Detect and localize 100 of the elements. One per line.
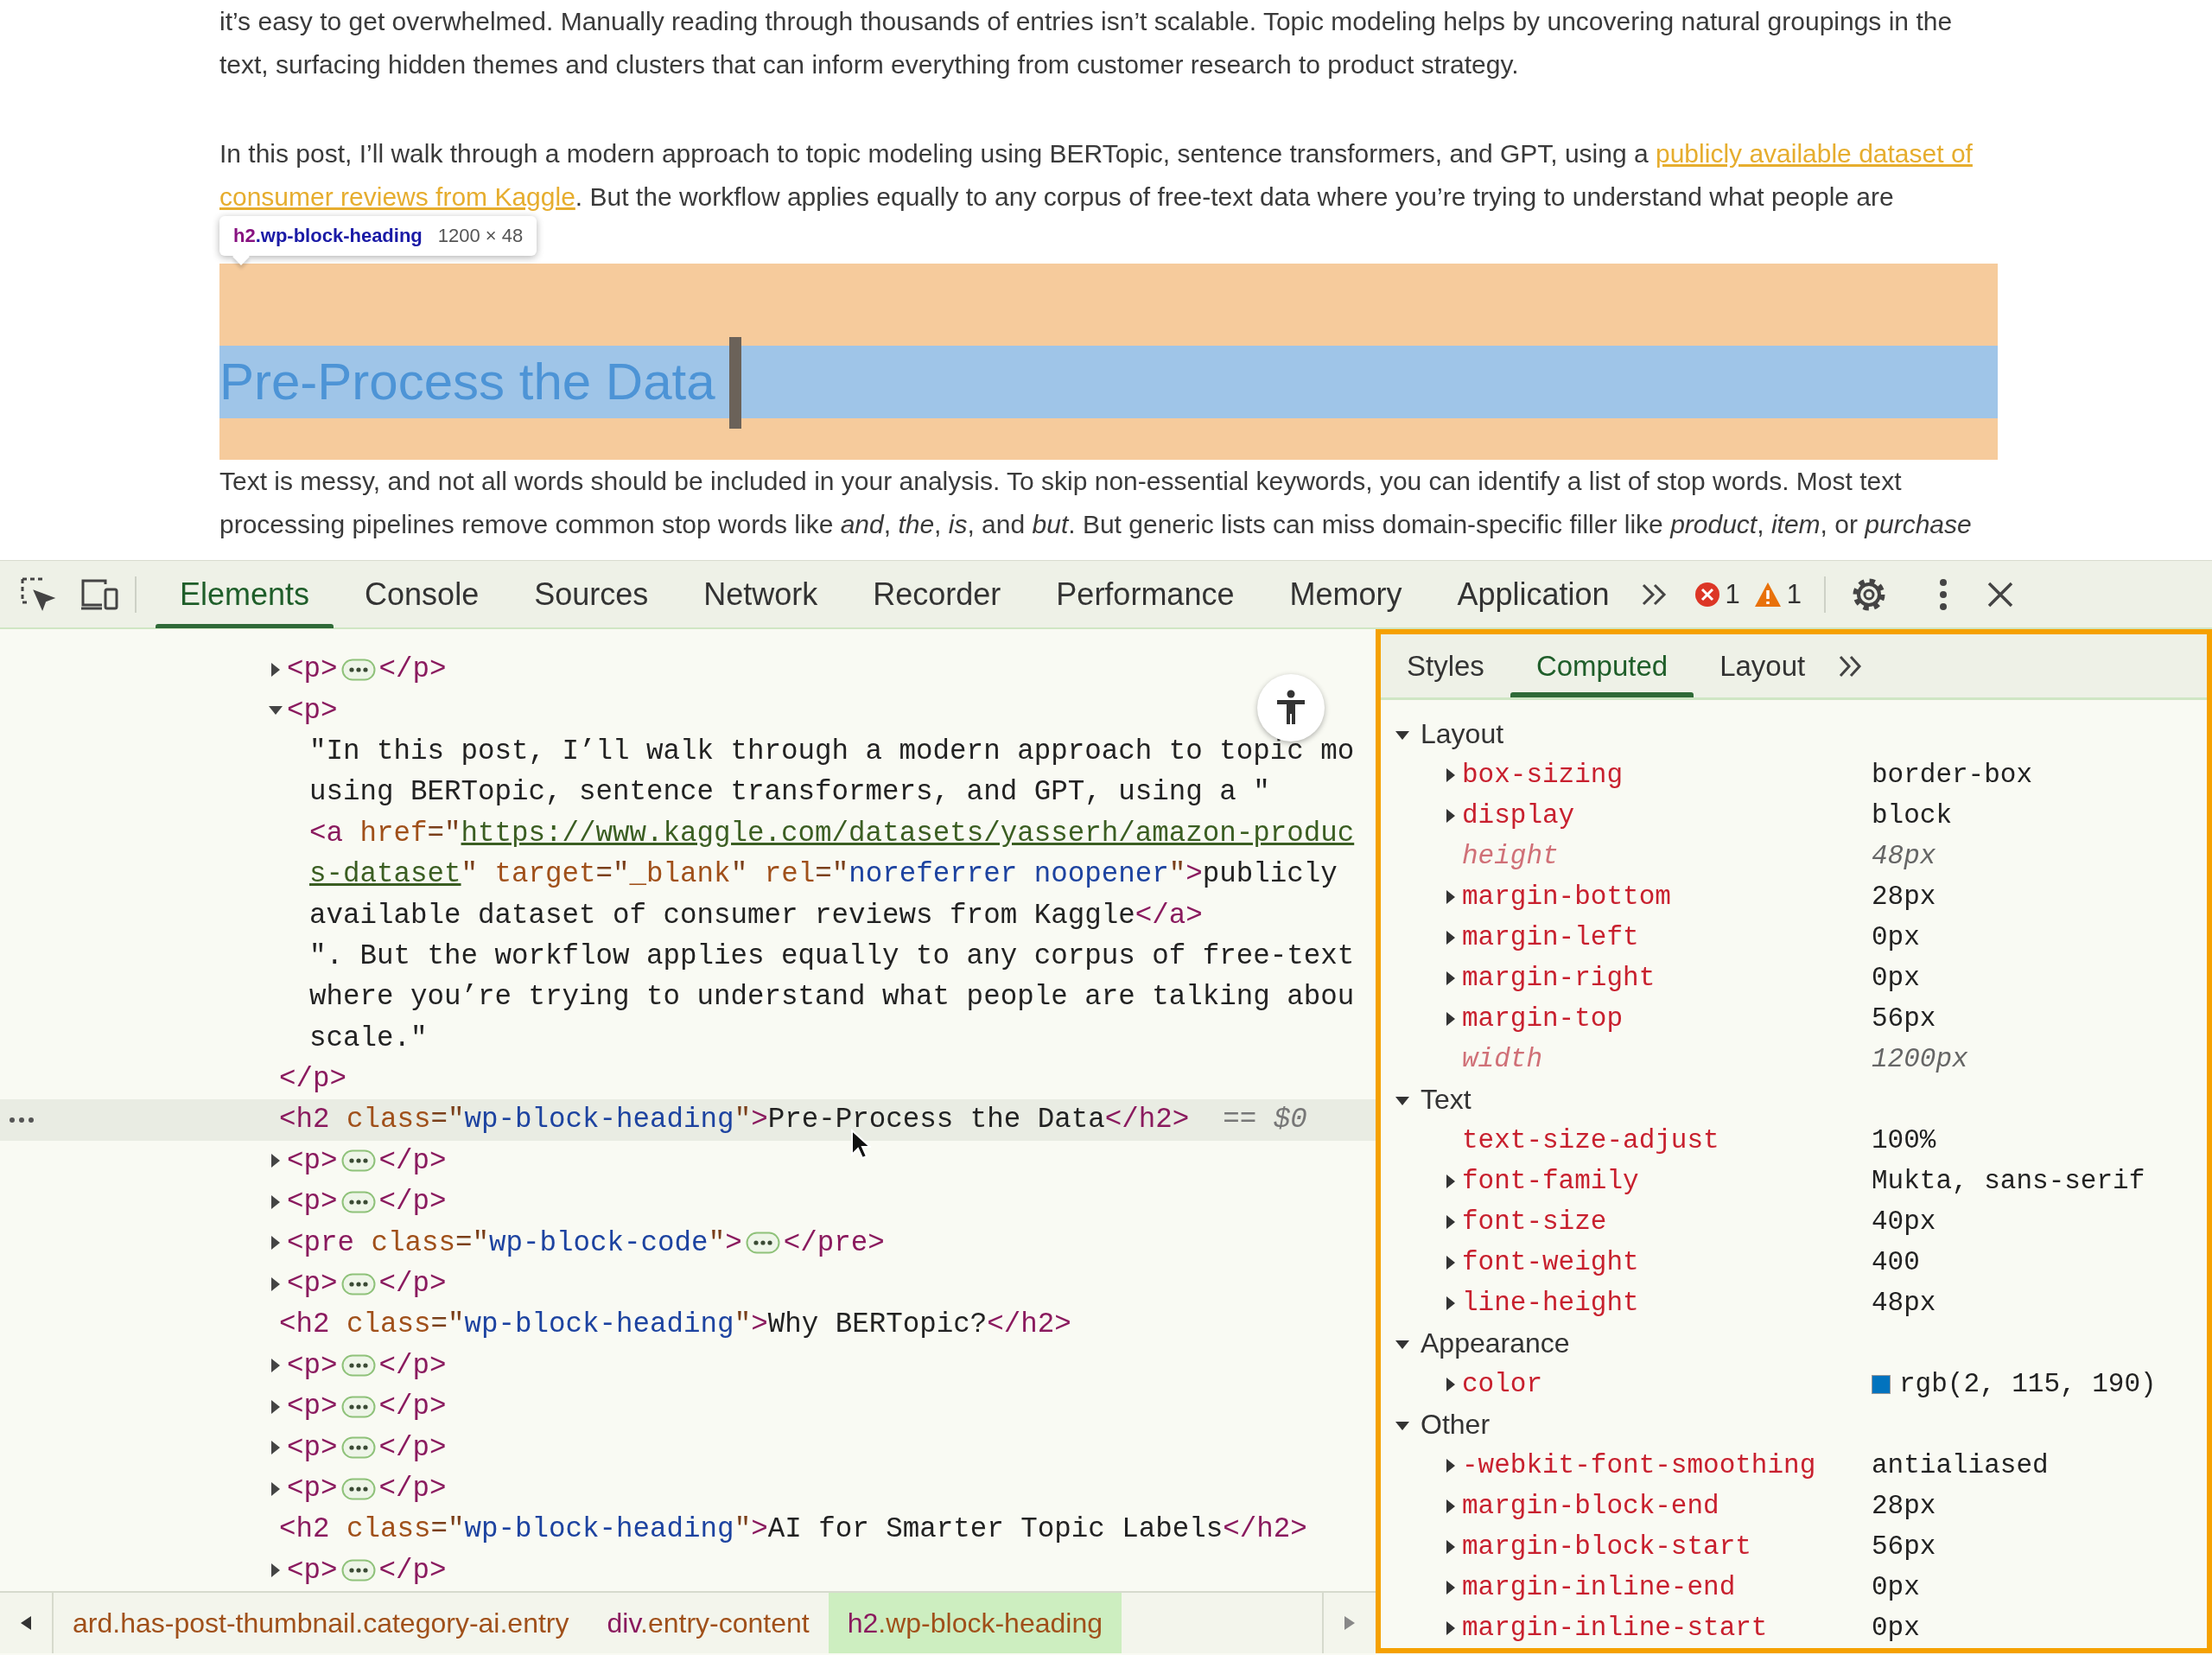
property-value: 1200px xyxy=(1872,1044,1968,1074)
panel-tab[interactable]: Console xyxy=(337,560,507,628)
dom-tree-row[interactable]: <p> </p> xyxy=(0,1550,1376,1591)
dom-tree-row[interactable]: <p> </p> xyxy=(0,1386,1376,1428)
code-line: scale." xyxy=(309,1022,428,1054)
ellipsis-button[interactable] xyxy=(340,1477,376,1500)
dom-tree-row[interactable]: <p> </p> xyxy=(0,1427,1376,1468)
property-value: 400 xyxy=(1872,1247,1920,1277)
panel-tab[interactable]: Application xyxy=(1429,560,1637,628)
code-line: <p> xyxy=(287,653,338,686)
property-name: height xyxy=(1462,841,1560,871)
code-line: <p> xyxy=(287,1268,338,1301)
ellipsis-button[interactable] xyxy=(340,1272,376,1295)
code-line: </p> xyxy=(378,1554,447,1587)
property-value: 0px xyxy=(1872,963,1920,993)
sidebar-tab[interactable]: Layout xyxy=(1694,634,1832,697)
dom-tree-row[interactable]: <h2 class="wp-block-heading">Why BERTopic?</h2> xyxy=(0,1304,1376,1346)
ellipsis-button[interactable] xyxy=(340,1395,376,1418)
property-name: margin-block-end xyxy=(1462,1491,1720,1521)
code-line: available dataset of consumer reviews from Kaggle</a> xyxy=(309,899,1203,932)
ellipsis-button[interactable] xyxy=(340,1436,376,1460)
more-options-icon[interactable] xyxy=(1938,576,1949,612)
dom-tree-row[interactable]: <p> </p> xyxy=(0,1181,1376,1223)
code-line: </p> xyxy=(378,1268,447,1301)
property-name: box-sizing xyxy=(1462,760,1624,790)
ellipsis-button[interactable] xyxy=(340,658,376,681)
property-value: 28px xyxy=(1872,1491,1936,1521)
code-line: where you’re trying to understand what people are talking abou xyxy=(309,981,1355,1014)
property-value: Mukta, sans-serif xyxy=(1872,1166,2145,1196)
property-name: display xyxy=(1462,800,1576,831)
property-name: margin-bottom xyxy=(1462,882,1672,912)
code-line: </p> xyxy=(378,1473,447,1505)
body-text: Text is messy, and not all words should be included in your analysis. To skip non-essential keywords, you can identify a list of stop words. Most text xyxy=(219,466,1903,497)
sidebar-tab[interactable]: Styles xyxy=(1381,634,1510,697)
ellipsis-button[interactable] xyxy=(340,1149,376,1173)
panel-tab[interactable]: Network xyxy=(676,560,846,628)
right-arrow-icon xyxy=(1344,1615,1356,1631)
property-value: 48px xyxy=(1872,1288,1936,1318)
dom-tree-row[interactable]: <p> </p> xyxy=(0,1140,1376,1182)
panel-tab[interactable]: Memory xyxy=(1262,560,1430,628)
property-name: font-weight xyxy=(1462,1247,1640,1277)
property-name: margin-inline-start xyxy=(1462,1613,1769,1643)
dom-tree-row[interactable]: <p> </p> xyxy=(0,649,1376,691)
warning-icon xyxy=(1753,581,1782,608)
breadcrumb-item[interactable]: ard.has-post-thumbnail.category-ai.entry xyxy=(54,1593,588,1653)
property-value: antialiased xyxy=(1872,1450,2049,1480)
dom-tree-row[interactable]: <h2 class="wp-block-heading">Pre-Process the Data</h2> == $0 xyxy=(0,1099,1376,1141)
selector-label: h2.wp-block-heading xyxy=(233,225,423,247)
panel-tab[interactable]: Recorder xyxy=(845,560,1029,628)
code-link[interactable]: s-dataset xyxy=(309,858,461,891)
row-options-icon[interactable] xyxy=(9,1117,35,1123)
ellipsis-button[interactable] xyxy=(340,1354,376,1378)
left-arrow-icon xyxy=(20,1615,32,1631)
code-line: </p> xyxy=(378,653,447,686)
code-line: ". But the workflow applies equally to any corpus of free-text xyxy=(309,939,1355,972)
code-line: <p> xyxy=(287,1144,338,1177)
code-line: <p> xyxy=(287,1431,338,1464)
property-value: 28px xyxy=(1872,882,1936,912)
section-heading: Pre-Process the Data xyxy=(219,352,715,412)
code-line: <p> xyxy=(287,1186,338,1219)
dom-tree-row[interactable]: <p> </p> xyxy=(0,1467,1376,1510)
code-line: </pre> xyxy=(783,1226,885,1259)
dom-tree-row[interactable]: <p> </p> xyxy=(0,1263,1376,1305)
panel-tab[interactable]: Sources xyxy=(506,560,677,628)
code-link[interactable]: https://www.kaggle.com/datasets/yasserh/amazon-produc xyxy=(461,817,1355,850)
property-value: 0px xyxy=(1872,1613,1920,1643)
section-title: Layout xyxy=(1421,718,1504,750)
panel-tab[interactable]: Performance xyxy=(1028,560,1262,628)
dom-tree-row[interactable]: <p> xyxy=(0,690,1376,731)
code-line: <p> xyxy=(287,1554,338,1587)
property-value: border-box xyxy=(1872,760,2033,790)
property-name: margin-right xyxy=(1462,963,1656,993)
warning-count[interactable]: 1 xyxy=(1746,578,1809,610)
sidebar-tab[interactable]: Computed xyxy=(1510,634,1694,697)
dom-tree-row[interactable]: <p> </p> xyxy=(0,1345,1376,1387)
code-line: <p> xyxy=(287,1391,338,1423)
section-title: Other xyxy=(1421,1409,1491,1441)
code-line: <p> xyxy=(287,1473,338,1505)
close-icon[interactable] xyxy=(1986,580,2015,608)
property-value: 0px xyxy=(1872,922,1920,952)
property-name: font-size xyxy=(1462,1206,1608,1237)
panel-tab[interactable]: Elements xyxy=(152,560,338,628)
code-line: <h2 class="wp-block-heading">Why BERTopic?</h2> xyxy=(279,1308,1071,1341)
code-line: </p> xyxy=(378,1144,447,1177)
breadcrumb-item[interactable]: h2.wp-block-heading xyxy=(828,1593,1122,1653)
code-line: using BERTopic, sentence transformers, and GPT, using a " xyxy=(309,776,1270,809)
ellipsis-button[interactable] xyxy=(340,1559,376,1582)
error-count[interactable]: 1 xyxy=(1687,578,1747,610)
property-value: 56px xyxy=(1872,1003,1936,1034)
breadcrumb-item[interactable]: div.entry-content xyxy=(588,1593,829,1653)
ellipsis-button[interactable] xyxy=(340,1190,376,1213)
property-name: line-height xyxy=(1462,1288,1640,1318)
property-name: width xyxy=(1462,1044,1543,1074)
ellipsis-button[interactable] xyxy=(745,1232,780,1255)
dom-tree-row[interactable]: <h2 class="wp-block-heading">AI for Smarter Topic Labels</h2> xyxy=(0,1509,1376,1550)
color-swatch[interactable] xyxy=(1872,1374,1891,1394)
property-value: 56px xyxy=(1872,1531,1936,1562)
more-tabs-icon[interactable] xyxy=(1640,582,1669,607)
body-text: it’s easy to get overwhelmed. Manually reading through thousands of entries isn’t scalable. Topic modeling helps by uncovering natural groupings in the xyxy=(219,6,1954,37)
dom-tree-row[interactable]: <pre class="wp-block-code"> </pre> xyxy=(0,1222,1376,1264)
